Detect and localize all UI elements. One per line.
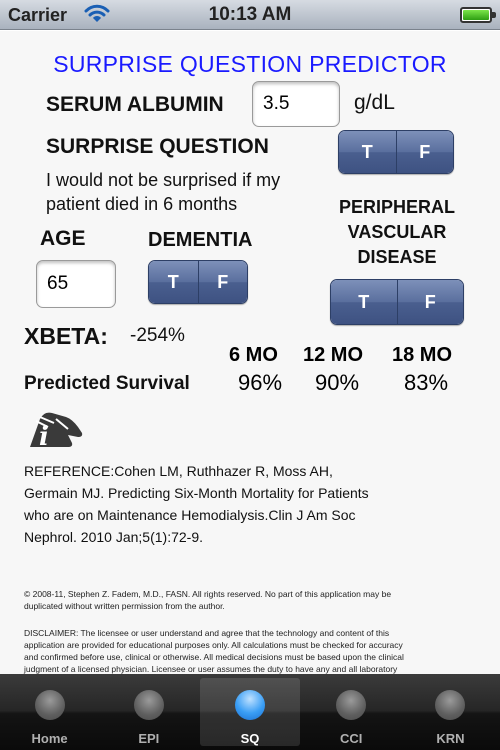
pvd-label: DISEASE xyxy=(357,247,437,267)
tab-krn[interactable]: KRN xyxy=(401,674,500,750)
battery-icon xyxy=(460,7,496,23)
reference-text: Nephrol. 2010 Jan;5(1):72-9. xyxy=(24,529,203,545)
disclaimer-text: judgment of a licensed physician. Licens… xyxy=(24,664,398,674)
pvd-toggle[interactable]: T F xyxy=(330,279,464,325)
survival-header-18mo: 18 MO xyxy=(392,344,453,366)
tab-cci[interactable]: CCI xyxy=(302,674,401,750)
serum-albumin-input[interactable]: 3.5 xyxy=(252,81,340,127)
serum-albumin-label: SERUM ALBUMIN xyxy=(46,93,224,116)
calculator-view: SURPRISE QUESTION PREDICTOR SERUM ALBUMI… xyxy=(0,31,500,674)
dementia-toggle[interactable]: T F xyxy=(148,260,248,304)
tab-circle-icon xyxy=(435,690,466,720)
pvd-true-button[interactable]: T xyxy=(331,280,397,324)
survival-value-12mo: 90% xyxy=(315,370,360,395)
survival-value-6mo: 96% xyxy=(238,370,283,395)
tab-label: CCI xyxy=(340,731,363,746)
dementia-true-button[interactable]: T xyxy=(149,261,198,303)
tab-label: EPI xyxy=(138,731,160,746)
tab-circle-icon xyxy=(34,690,65,720)
tab-label: SQ xyxy=(240,731,260,746)
tab-home[interactable]: Home xyxy=(0,674,99,750)
tab-label: Home xyxy=(31,731,68,746)
surprise-true-button[interactable]: T xyxy=(339,131,396,173)
predicted-survival-label: Predicted Survival xyxy=(24,373,190,394)
reference-text: Germain MJ. Predicting Six-Month Mortali… xyxy=(24,485,369,501)
tab-label: KRN xyxy=(436,731,465,746)
tab-circle-icon xyxy=(336,690,367,720)
surprise-question-text: patient died in 6 months xyxy=(46,194,238,214)
info-hand-icon[interactable]: i xyxy=(26,407,84,449)
surprise-question-toggle[interactable]: T F xyxy=(338,130,454,174)
svg-text:i: i xyxy=(39,422,49,449)
status-bar: Carrier 10:13 AM xyxy=(0,0,500,30)
age-input[interactable]: 65 xyxy=(36,260,116,308)
survival-value-18mo: 83% xyxy=(404,370,449,395)
reference-text: who are on Maintenance Hemodialysis.Clin… xyxy=(24,507,356,523)
albumin-unit: g/dL xyxy=(354,91,395,114)
dementia-false-button[interactable]: F xyxy=(197,261,247,303)
pvd-label: VASCULAR xyxy=(347,222,447,242)
tab-bar: Home EPI SQ CCI KRN xyxy=(0,674,500,750)
tab-circle-icon xyxy=(235,690,265,720)
tab-circle-icon xyxy=(133,690,164,720)
tab-epi[interactable]: EPI xyxy=(99,674,198,750)
age-label: AGE xyxy=(40,227,86,250)
xbeta-value: -254% xyxy=(130,325,185,346)
tab-sq[interactable]: SQ xyxy=(200,678,300,746)
pvd-false-button[interactable]: F xyxy=(396,280,463,324)
pvd-label: PERIPHERAL xyxy=(338,197,455,217)
dementia-label: DEMENTIA xyxy=(148,229,253,251)
surprise-question-text: I would not be surprised if my xyxy=(46,170,281,190)
page-title: SURPRISE QUESTION PREDICTOR xyxy=(53,51,447,77)
copyright-text: duplicated without written permission fr… xyxy=(24,601,225,611)
reference-text: REFERENCE:Cohen LM, Ruthhazer R, Moss AH… xyxy=(24,463,333,479)
status-time: 10:13 AM xyxy=(208,4,292,25)
surprise-question-label: SURPRISE QUESTION xyxy=(46,135,269,158)
surprise-false-button[interactable]: F xyxy=(395,131,453,173)
survival-header-12mo: 12 MO xyxy=(303,344,364,366)
xbeta-label: XBETA: xyxy=(24,323,108,349)
survival-header-6mo: 6 MO xyxy=(229,344,278,366)
